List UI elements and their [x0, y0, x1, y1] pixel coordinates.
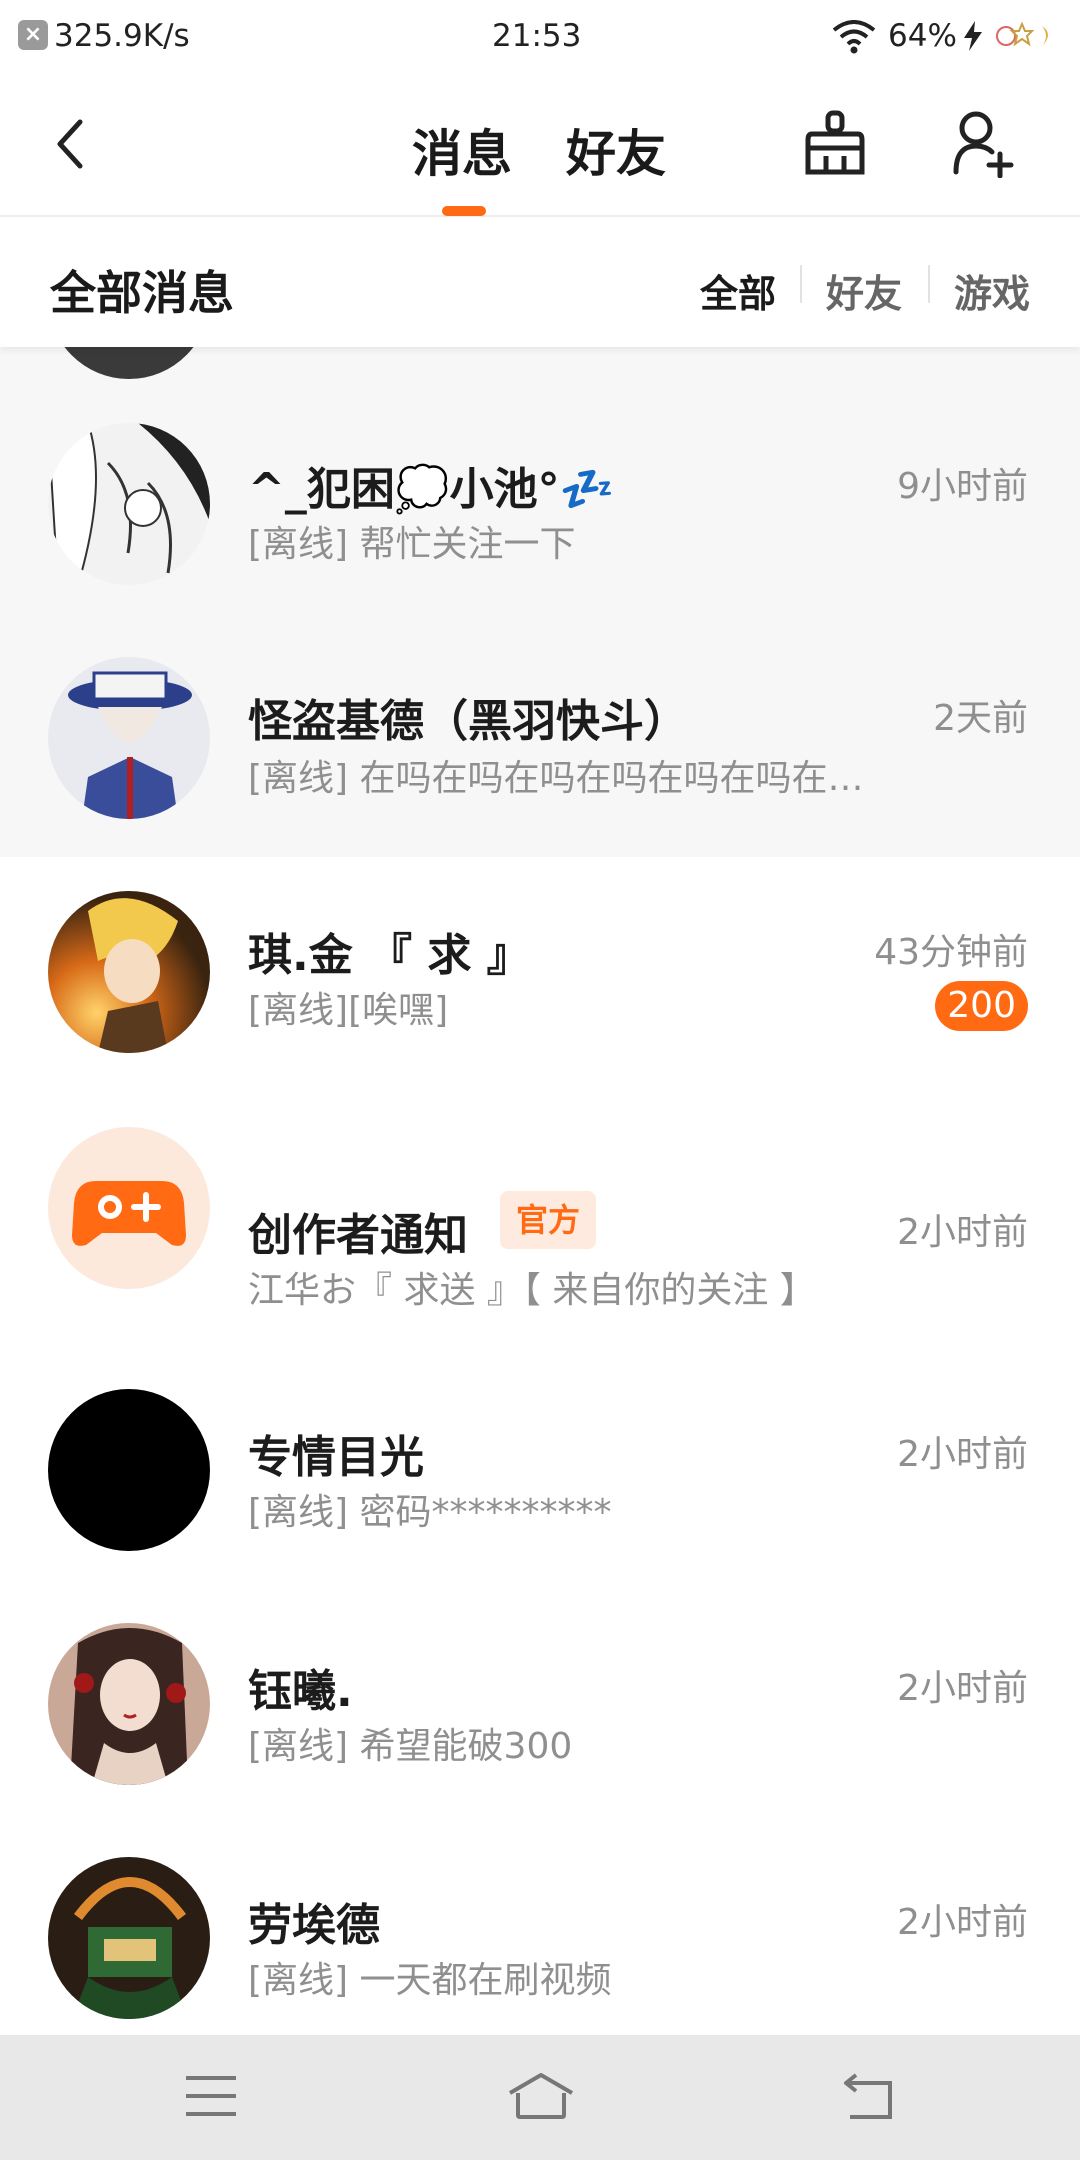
unread-badge: 200 — [935, 981, 1028, 1031]
divider — [800, 265, 802, 303]
timestamp: 2小时前 — [897, 1902, 1028, 1943]
add-friend-icon[interactable] — [952, 110, 1014, 178]
contact-name: ^_犯困💭小池°💤 — [248, 464, 615, 515]
filter-games[interactable]: 游戏 — [954, 263, 1030, 318]
list-item[interactable] — [0, 347, 1080, 387]
conversation-item[interactable]: 劳埃德 [离线] 一天都在刷视频 2小时前 — [0, 1833, 1080, 2035]
divider — [928, 265, 930, 303]
gamepad-icon — [72, 1181, 186, 1246]
system-navigation-bar — [0, 2035, 1080, 2160]
filter-title: 全部消息 — [50, 266, 234, 320]
broom-icon[interactable] — [804, 110, 866, 178]
sticker-icon — [996, 21, 1048, 47]
avatar — [48, 1623, 210, 1785]
timestamp: 2天前 — [933, 698, 1028, 739]
avatar — [48, 347, 210, 379]
last-message: [离线] 希望能破300 — [248, 1726, 573, 1767]
timestamp: 2小时前 — [897, 1668, 1028, 1709]
avatar — [48, 1389, 210, 1551]
last-message: 江华お『 求送 』【 来自你的关注 】 — [248, 1270, 816, 1311]
contact-name: 怪盗基德（黑羽快斗） — [248, 696, 688, 747]
last-message: [离线][唉嘿] — [248, 990, 449, 1031]
conversation-list: ^_犯困💭小池°💤 [离线] 帮忙关注一下 9小时前 怪盗基德（黑羽快斗） [离… — [0, 347, 1080, 2035]
message-filter-bar: 全部消息 全部 好友 游戏 — [0, 217, 1080, 347]
network-speed: 325.9K/s — [54, 18, 190, 54]
conversation-item[interactable]: 创作者通知 官方 江华お『 求送 』【 来自你的关注 】 2小时前 — [0, 1091, 1080, 1325]
home-icon[interactable] — [506, 2071, 576, 2121]
contact-name: 创作者通知 — [248, 1210, 468, 1261]
clock: 21:53 — [492, 18, 582, 54]
avatar — [48, 1857, 210, 2019]
contact-name: 琪.金 『 求 』 — [248, 930, 531, 981]
battery-level: 64% — [888, 18, 957, 54]
avatar — [48, 1127, 210, 1289]
conversation-item[interactable]: 钰曦. [离线] 希望能破300 2小时前 — [0, 1599, 1080, 1833]
contact-name: 钰曦. — [248, 1666, 353, 1717]
filter-all[interactable]: 全部 — [700, 263, 776, 318]
last-message: [离线] 帮忙关注一下 — [248, 524, 576, 565]
timestamp: 43分钟前 — [874, 932, 1028, 973]
last-message: [离线] 在吗在吗在吗在吗在吗在吗在… — [248, 758, 864, 799]
status-bar: × 325.9K/s 21:53 64% — [0, 0, 1080, 72]
tab-messages[interactable]: 消息 — [412, 114, 512, 186]
filter-friends[interactable]: 好友 — [826, 263, 902, 318]
timestamp: 2小时前 — [897, 1434, 1028, 1475]
contact-name: 专情目光 — [248, 1432, 424, 1483]
contact-name: 劳埃德 — [248, 1900, 380, 1951]
charging-icon — [964, 21, 982, 51]
avatar — [48, 657, 210, 819]
conversation-item[interactable]: ^_犯困💭小池°💤 [离线] 帮忙关注一下 9小时前 — [0, 387, 1080, 621]
top-navigation: 消息 好友 — [0, 72, 1080, 217]
active-tab-indicator — [442, 206, 486, 216]
tab-friends[interactable]: 好友 — [566, 114, 666, 186]
last-message: [离线] 一天都在刷视频 — [248, 1960, 612, 2001]
conversation-item[interactable]: 怪盗基德（黑羽快斗） [离线] 在吗在吗在吗在吗在吗在吗在… 2天前 — [0, 621, 1080, 857]
close-icon: × — [18, 20, 48, 50]
wifi-icon — [832, 20, 876, 54]
back-nav-icon[interactable] — [842, 2071, 896, 2121]
menu-icon[interactable] — [184, 2073, 238, 2119]
conversation-item[interactable]: 专情目光 [离线] 密码********** 2小时前 — [0, 1365, 1080, 1599]
last-message: [离线] 密码********** — [248, 1492, 612, 1533]
official-tag: 官方 — [500, 1191, 597, 1249]
avatar — [48, 423, 210, 585]
avatar — [48, 891, 210, 1053]
back-icon[interactable] — [50, 116, 90, 172]
timestamp: 9小时前 — [897, 466, 1028, 507]
conversation-item[interactable]: 琪.金 『 求 』 [离线][唉嘿] 43分钟前 200 — [0, 857, 1080, 1091]
timestamp: 2小时前 — [897, 1212, 1028, 1253]
